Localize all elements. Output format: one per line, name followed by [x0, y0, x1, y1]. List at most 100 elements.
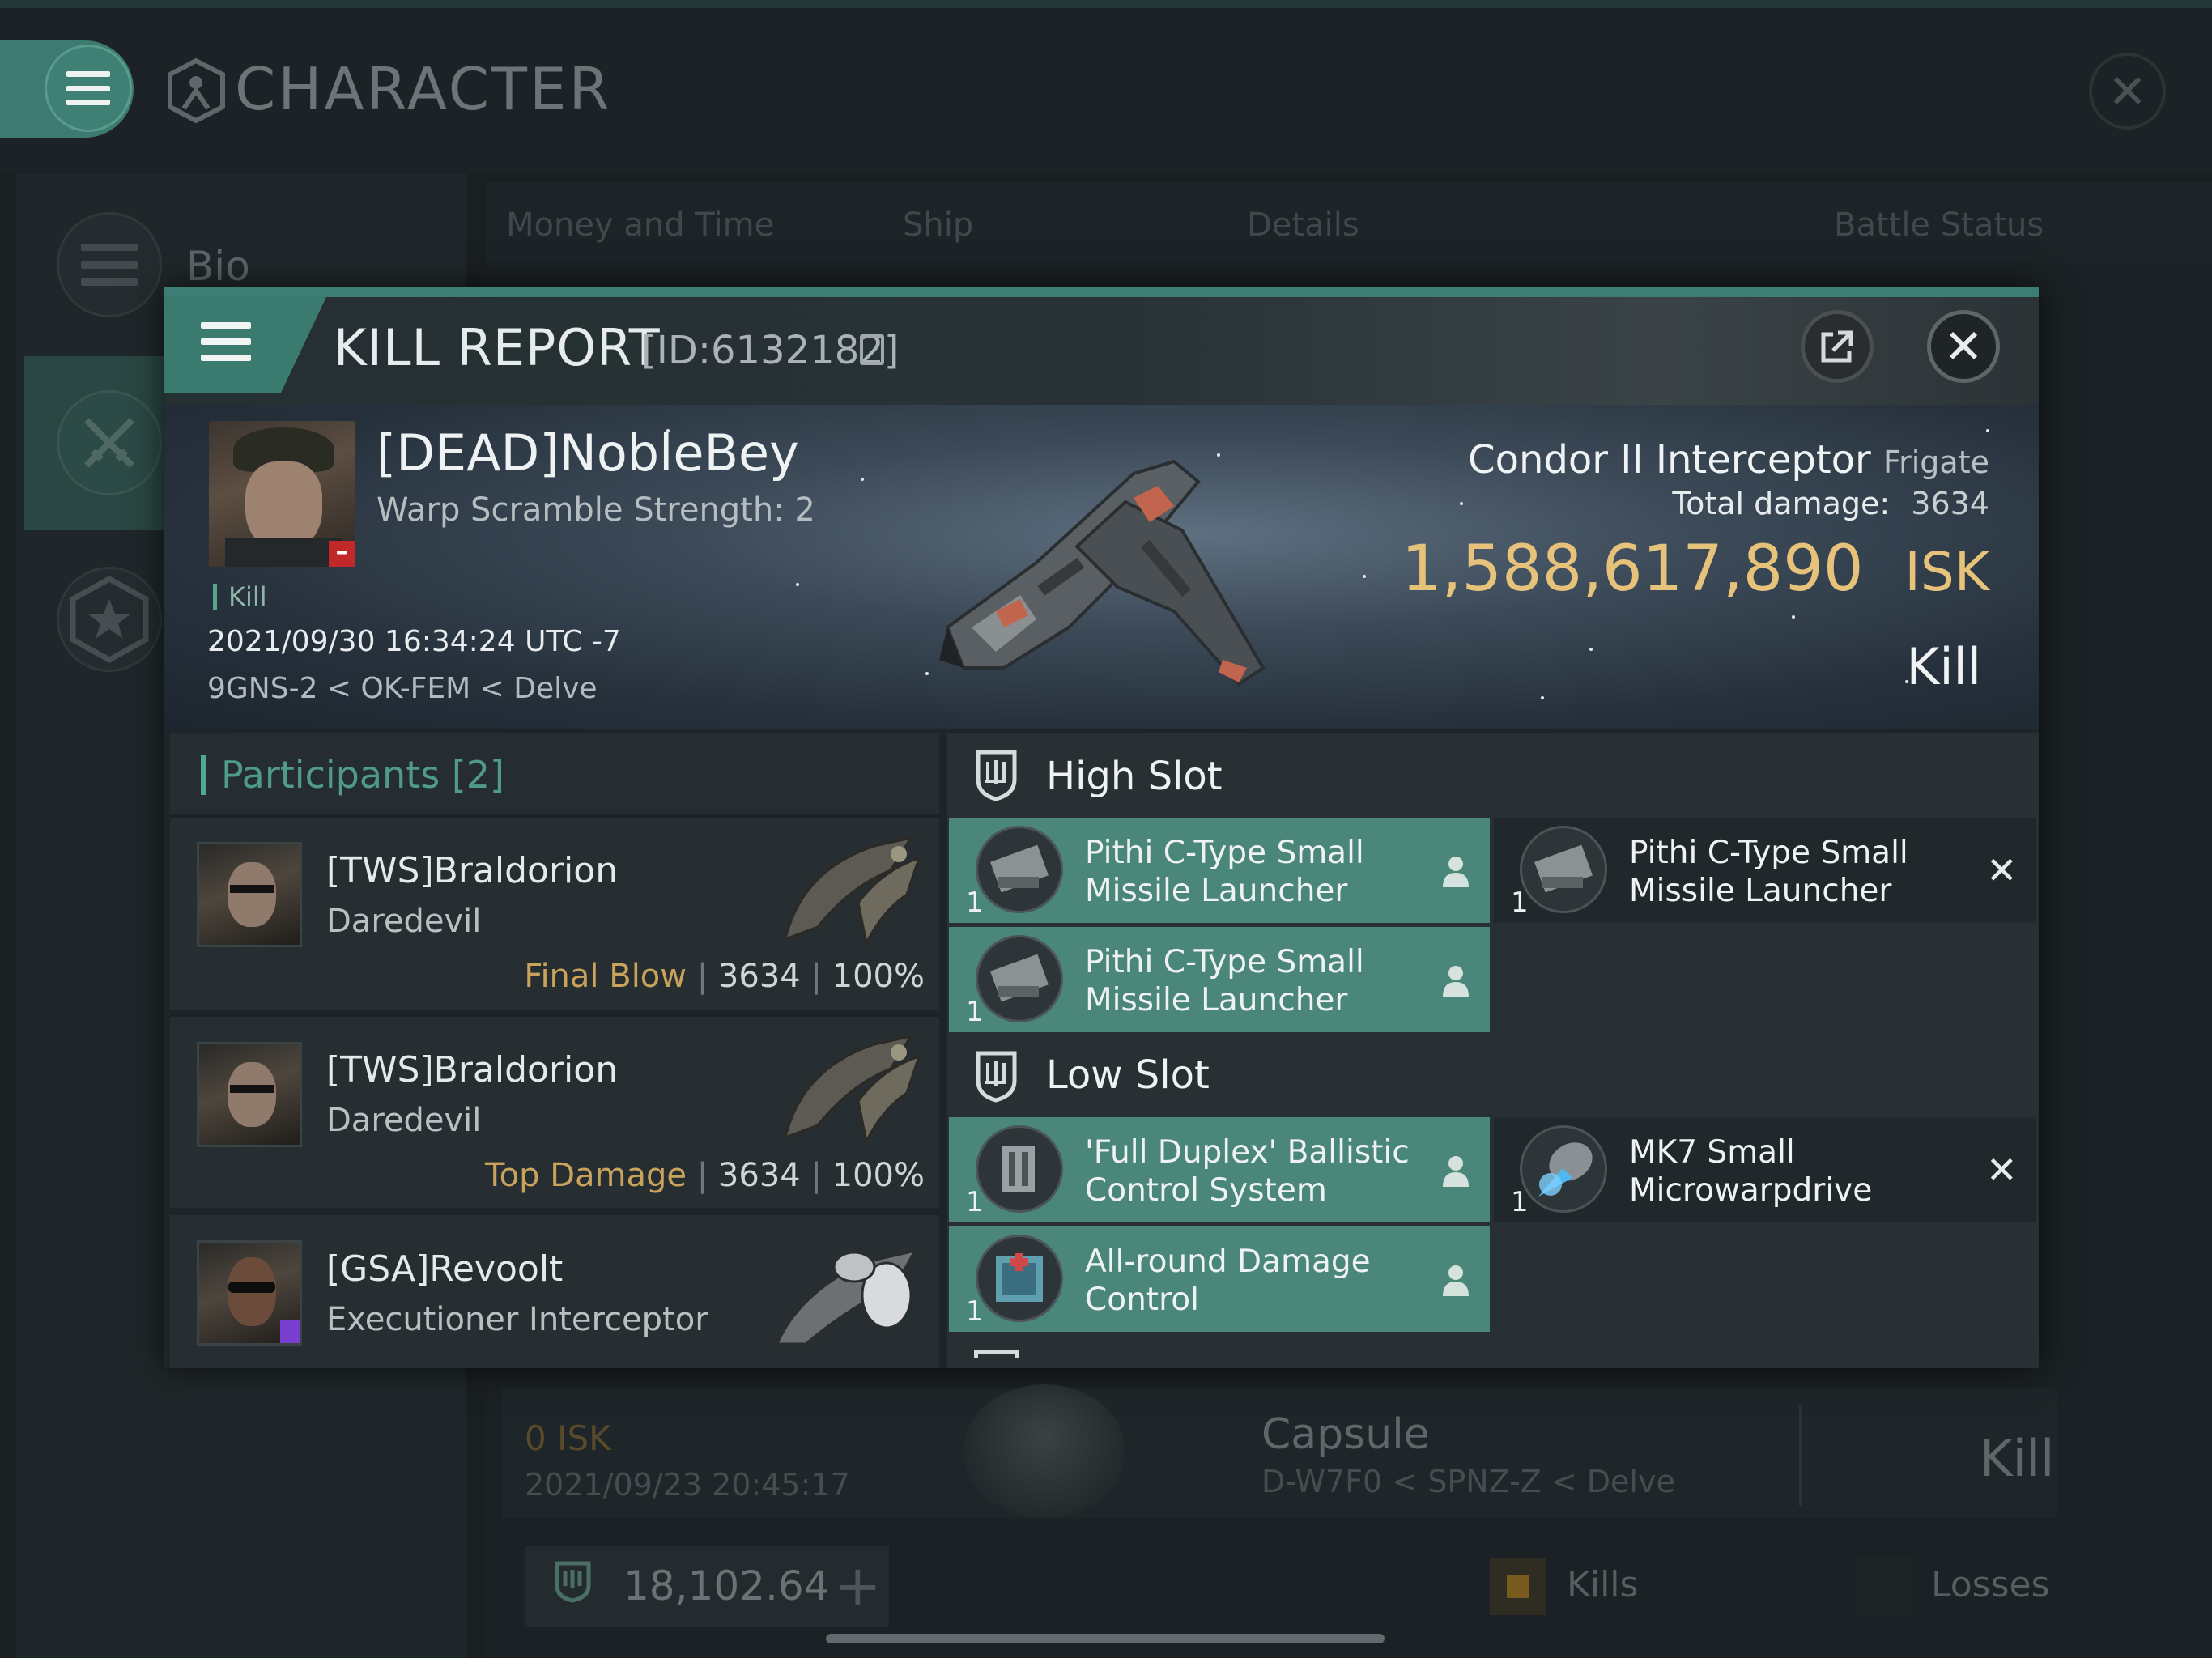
total-damage: Total damage: 3634 [1672, 486, 1989, 521]
bio-icon [57, 212, 162, 317]
isk-unit: ISK [1904, 541, 1989, 603]
kill-location[interactable]: 9GNS-2 < OK-FEM < Delve [207, 672, 598, 705]
top-accent-line [0, 0, 2212, 8]
module-quantity: 1 [1511, 1186, 1529, 1218]
participants-header-bar [201, 755, 206, 795]
ship-name: Condor II Interceptor [1468, 437, 1871, 483]
row-isk-value: 0 ISK [525, 1418, 611, 1458]
dead-status-badge: – [329, 540, 355, 567]
module-quantity: 1 [966, 996, 984, 1028]
participant-portrait [197, 1042, 302, 1147]
hamburger-icon[interactable] [201, 322, 251, 361]
ship-class: Frigate [1883, 444, 1989, 480]
participants-label: Participants [221, 753, 440, 797]
star-medal-icon[interactable] [57, 567, 162, 672]
missile-launcher-icon [976, 826, 1063, 913]
warp-scramble-strength: Warp Scramble Strength: 2 [376, 491, 815, 529]
tab-money-and-time[interactable]: Money and Time [506, 206, 774, 244]
tab-battle-status[interactable]: Battle Status [1834, 206, 2044, 244]
character-emblem-icon [168, 58, 225, 123]
kill-tag-bar [213, 584, 217, 610]
losses-legend-swatch [1857, 1558, 1913, 1615]
low-slot-label: Low Slot [1046, 1052, 1210, 1098]
isk-value: 1,588,617,890 ISK [1402, 533, 1989, 606]
sidebar-item-label: Bio [186, 243, 250, 290]
copy-icon[interactable] [860, 334, 884, 365]
wallet-shield-icon [555, 1561, 591, 1603]
capsule-image [963, 1384, 1125, 1518]
main-menu-button[interactable] [45, 45, 132, 132]
total-damage-value: 3634 [1911, 486, 1989, 521]
slot-shield-icon [976, 750, 1017, 801]
kills-legend-label[interactable]: Kills [1567, 1564, 1638, 1605]
victim-name[interactable]: [DEAD]NobleBey [376, 423, 799, 483]
participant-stats: Top Damage | 3634 | 100% [484, 1157, 925, 1194]
kill-tag: Kill [228, 581, 267, 612]
slot-shield-icon [974, 1350, 1019, 1368]
participant-damage: 3634 [717, 1157, 801, 1194]
participant-name: [TWS]Braldorion [326, 1049, 619, 1090]
share-button[interactable] [1801, 310, 1874, 383]
participants-count: [2] [451, 753, 505, 797]
person-icon [1443, 1156, 1469, 1187]
person-icon [1443, 857, 1469, 887]
close-icon: ✕ [1943, 319, 1984, 374]
kill-report-title: KILL REPORT [334, 318, 661, 377]
final-blow-tag: Final Blow [524, 958, 687, 995]
participant-name: [GSA]Revoolt [326, 1248, 564, 1290]
module-name: MK7 Small Microwarpdrive [1629, 1134, 1873, 1209]
person-icon [1443, 966, 1469, 997]
damage-control-icon [976, 1235, 1063, 1322]
row-result: Kill [1980, 1429, 2055, 1488]
module-quantity: 1 [966, 886, 984, 919]
kill-datetime: 2021/09/30 16:34:24 UTC -7 [207, 625, 621, 658]
losses-legend-label[interactable]: Losses [1931, 1564, 2050, 1605]
kills-legend-swatch [1490, 1558, 1546, 1615]
home-indicator[interactable] [826, 1634, 1385, 1643]
close-modal-button[interactable]: ✕ [1927, 310, 2000, 383]
module-name: All-round Damage Control [1085, 1244, 1371, 1318]
isk-amount: 1,588,617,890 [1401, 533, 1864, 606]
person-icon [1443, 1265, 1469, 1296]
modal-accent-line [164, 287, 2039, 297]
participant-ship: Executioner Interceptor [326, 1301, 708, 1338]
add-funds-button[interactable]: + [834, 1553, 882, 1619]
participant-damage: 3634 [717, 958, 801, 995]
external-link-icon [1821, 330, 1853, 363]
missile-launcher-icon [1520, 826, 1607, 913]
destroyed-x-icon: ✕ [1986, 848, 2018, 892]
kill-result: Kill [1906, 637, 1981, 696]
module-quantity: 1 [1511, 886, 1529, 919]
participant-percent: 100% [832, 958, 925, 995]
participant-portrait [197, 842, 302, 947]
high-slot-label: High Slot [1046, 754, 1223, 799]
participant-ship-image [783, 835, 921, 947]
tab-details[interactable]: Details [1247, 206, 1359, 244]
slot-shield-icon [976, 1051, 1017, 1103]
module-name: 'Full Duplex' Ballistic Control System [1085, 1134, 1410, 1209]
row-ship-name: Capsule [1261, 1410, 1430, 1459]
microwarpdrive-icon [1520, 1125, 1607, 1213]
participant-portrait [197, 1240, 302, 1346]
crossed-swords-icon [57, 390, 162, 495]
close-window-button[interactable]: ✕ [2089, 53, 2166, 130]
hamburger-icon [66, 71, 110, 105]
module-quantity: 1 [966, 1295, 984, 1328]
window-title: CHARACTER [235, 55, 612, 123]
participant-percent: 100% [832, 1157, 925, 1194]
module-name: Pithi C-Type Small Missile Launcher [1085, 835, 1364, 909]
tab-ship[interactable]: Ship [903, 206, 973, 244]
close-icon: ✕ [2108, 63, 2147, 119]
ballistic-control-icon [976, 1125, 1063, 1213]
victim-ship[interactable]: Condor II Interceptor Frigate [1468, 437, 1989, 483]
total-damage-label: Total damage: [1672, 486, 1891, 521]
participant-ship: Daredevil [326, 903, 482, 940]
row-location: D-W7F0 < SPNZ-Z < Delve [1261, 1464, 1675, 1499]
participant-ship-image [775, 1248, 917, 1346]
row-date: 2021/09/23 20:45:17 [525, 1467, 850, 1503]
ship-image [939, 459, 1266, 687]
destroyed-x-icon: ✕ [1986, 1148, 2018, 1192]
participant-ship-image [783, 1034, 921, 1146]
participants-title: Participants [2] [221, 753, 504, 797]
participant-name: [TWS]Braldorion [326, 850, 619, 891]
